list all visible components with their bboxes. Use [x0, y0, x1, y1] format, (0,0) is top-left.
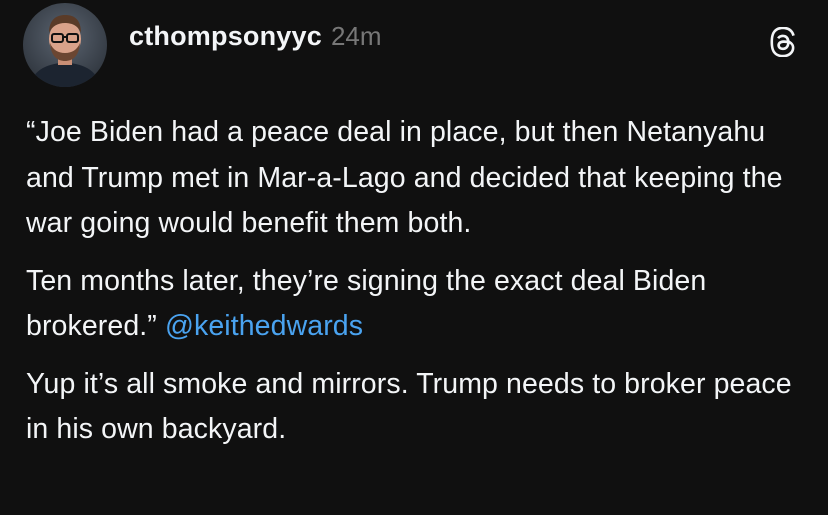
post-header: cthompsonyyc 24m: [129, 21, 382, 61]
post-body: “Joe Biden had a peace deal in place, bu…: [26, 110, 816, 465]
post-paragraph-text: Ten months later, they’re signing the ex…: [26, 264, 707, 343]
threads-logo-icon[interactable]: [770, 26, 798, 58]
post-timestamp: 24m: [330, 21, 382, 51]
mention-link[interactable]: @keithedwards: [165, 310, 363, 342]
avatar-image: [23, 3, 107, 87]
post-paragraph: Yup it’s all smoke and mirrors. Trump ne…: [26, 367, 792, 446]
post-paragraph: Ten months later, they’re signing the ex…: [26, 259, 816, 350]
username-link[interactable]: cthompsonyyc: [129, 21, 322, 52]
avatar[interactable]: [23, 3, 107, 87]
post-paragraph: “Joe Biden had a peace deal in place, bu…: [26, 116, 783, 239]
